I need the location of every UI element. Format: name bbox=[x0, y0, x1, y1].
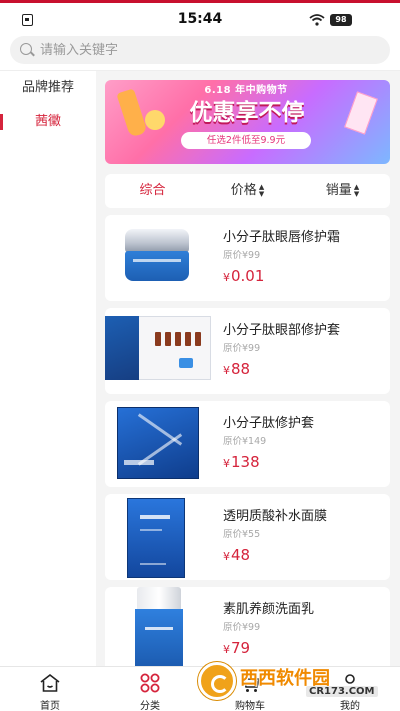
nav-label: 购物车 bbox=[235, 701, 265, 711]
product-image bbox=[105, 308, 213, 394]
sidebar-item-brand-recommend[interactable]: 品牌推荐 bbox=[0, 71, 96, 105]
product-price: ¥88 bbox=[223, 359, 383, 381]
product-price: ¥0.01 bbox=[223, 266, 383, 288]
sort-price[interactable]: 价格 ▲ ▼ bbox=[200, 174, 295, 208]
product-name: 素肌养颜洗面乳 bbox=[223, 602, 315, 617]
nav-label: 分类 bbox=[140, 701, 160, 711]
price-value: 88 bbox=[231, 360, 251, 378]
product-original-price: 原价¥149 bbox=[223, 436, 267, 447]
sort-bar: 综合 价格 ▲ ▼ 销量 ▲ ▼ bbox=[105, 174, 390, 208]
banner-top-text: 6.18 年中购物节 bbox=[204, 85, 288, 96]
sort-label: 综合 bbox=[139, 183, 166, 198]
sort-label: 价格 bbox=[230, 183, 257, 198]
search-input[interactable] bbox=[40, 36, 370, 64]
bottom-nav: 首页 分类 购物车 我的 bbox=[0, 666, 400, 711]
product-image bbox=[105, 215, 213, 301]
nav-label: 我的 bbox=[340, 701, 360, 711]
product-price: ¥138 bbox=[223, 452, 383, 474]
product-original-price: 原价¥99 bbox=[223, 343, 261, 354]
nav-home[interactable]: 首页 bbox=[0, 667, 100, 711]
cart-icon bbox=[241, 675, 261, 692]
banner-title: 优惠享不停 bbox=[189, 100, 305, 126]
price-value: 79 bbox=[231, 639, 251, 657]
price-value: 48 bbox=[231, 546, 251, 564]
product-price: ¥79 bbox=[223, 638, 383, 660]
currency-symbol: ¥ bbox=[223, 457, 230, 470]
sidebar-item-label: 茜黴 bbox=[34, 114, 61, 129]
banner-decoration bbox=[344, 91, 378, 135]
product-original-price: 原价¥55 bbox=[223, 529, 261, 540]
sidebar-item-brand[interactable]: 茜黴 bbox=[0, 105, 96, 139]
product-image bbox=[105, 494, 213, 580]
product-name: 小分子肽修护套 bbox=[223, 416, 315, 431]
product-card[interactable]: 小分子肽眼唇修护霜 原价¥99 ¥0.01 bbox=[105, 215, 390, 301]
product-card[interactable]: 小分子肽眼部修护套 原价¥99 ¥88 bbox=[105, 308, 390, 394]
search-bar[interactable] bbox=[10, 36, 390, 64]
nav-cart[interactable]: 购物车 bbox=[200, 667, 300, 711]
product-name: 透明质酸补水面膜 bbox=[223, 509, 328, 524]
product-original-price: 原价¥99 bbox=[223, 250, 261, 261]
promo-banner[interactable]: 6.18 年中购物节 优惠享不停 任选2件低至9.9元 bbox=[105, 80, 390, 164]
product-original-price: 原价¥99 bbox=[223, 622, 261, 633]
status-bar: 15:44 98 bbox=[0, 0, 400, 36]
price-value: 138 bbox=[231, 453, 260, 471]
product-name: 小分子肽眼部修护套 bbox=[223, 323, 341, 338]
sidebar-item-label: 品牌推荐 bbox=[21, 80, 74, 95]
banner-subtitle: 任选2件低至9.9元 bbox=[181, 132, 311, 149]
product-name: 小分子肽眼唇修护霜 bbox=[223, 230, 341, 245]
home-icon bbox=[40, 673, 60, 692]
profile-icon bbox=[341, 674, 359, 693]
category-icon bbox=[140, 673, 160, 693]
sort-comprehensive[interactable]: 综合 bbox=[105, 174, 200, 208]
sort-sales[interactable]: 销量 ▲ ▼ bbox=[295, 174, 390, 208]
price-value: 0.01 bbox=[231, 267, 265, 285]
currency-symbol: ¥ bbox=[223, 364, 230, 377]
wifi-icon bbox=[309, 14, 325, 26]
nav-category[interactable]: 分类 bbox=[100, 667, 200, 711]
product-card[interactable]: 透明质酸补水面膜 原价¥55 ¥48 bbox=[105, 494, 390, 580]
product-card[interactable]: 素肌养颜洗面乳 原价¥99 ¥79 bbox=[105, 587, 390, 666]
currency-symbol: ¥ bbox=[223, 271, 230, 284]
sort-arrows-icon: ▲ ▼ bbox=[353, 182, 360, 198]
search-area bbox=[0, 36, 400, 70]
product-card[interactable]: 小分子肽修护套 原价¥149 ¥138 bbox=[105, 401, 390, 487]
currency-symbol: ¥ bbox=[223, 643, 230, 656]
category-sidebar: 品牌推荐 茜黴 bbox=[0, 71, 96, 666]
product-price: ¥48 bbox=[223, 545, 383, 567]
battery-indicator: 98 bbox=[330, 14, 352, 26]
sort-label: 销量 bbox=[325, 183, 352, 198]
sort-arrows-icon: ▲ ▼ bbox=[258, 182, 265, 198]
product-image bbox=[105, 401, 213, 487]
nav-label: 首页 bbox=[40, 701, 60, 711]
nav-profile[interactable]: 我的 bbox=[300, 667, 400, 711]
product-image bbox=[105, 587, 213, 666]
banner-product-image bbox=[116, 88, 148, 138]
search-icon bbox=[20, 43, 32, 55]
currency-symbol: ¥ bbox=[223, 550, 230, 563]
product-list-area: 6.18 年中购物节 优惠享不停 任选2件低至9.9元 综合 价格 ▲ ▼ 销量 ▲ ▼… bbox=[96, 71, 400, 666]
